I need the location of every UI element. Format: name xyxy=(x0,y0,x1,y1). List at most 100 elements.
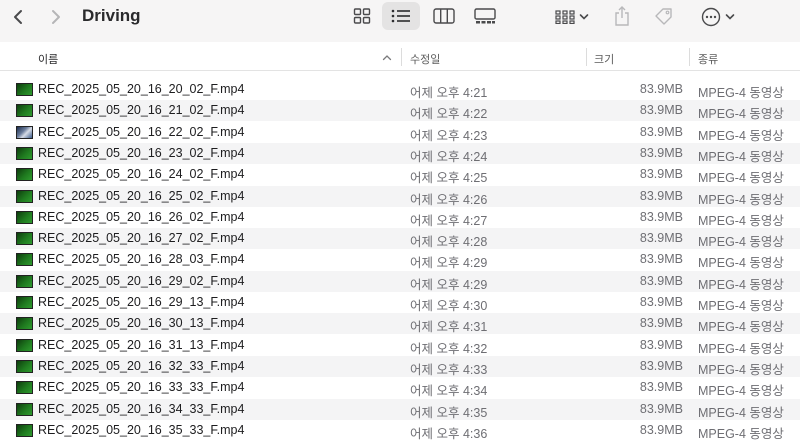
tags-button[interactable] xyxy=(650,4,678,30)
file-name: REC_2025_05_20_16_28_03_F.mp4 xyxy=(38,252,245,267)
video-thumbnail-icon xyxy=(16,168,33,182)
file-kind: MPEG-4 동영상 xyxy=(698,256,784,271)
file-row[interactable]: REC_2025_05_20_16_34_33_F.mp4 어제 오후 4:35 8… xyxy=(0,398,800,420)
file-date: 어제 오후 4:36 xyxy=(410,426,488,441)
file-size: 83.9MB xyxy=(639,188,683,203)
file-name: REC_2025_05_20_16_26_02_F.mp4 xyxy=(38,209,245,224)
sort-chevron-up-icon xyxy=(382,55,392,61)
file-date: 어제 오후 4:27 xyxy=(410,213,488,228)
file-row[interactable]: REC_2025_05_20_16_27_02_F.mp4 어제 오후 4:28 8… xyxy=(0,228,800,250)
gallery-icon xyxy=(474,8,496,24)
file-name: REC_2025_05_20_16_33_33_F.mp4 xyxy=(38,380,245,395)
file-kind: MPEG-4 동영상 xyxy=(698,235,784,250)
file-kind: MPEG-4 동영상 xyxy=(698,362,784,377)
video-thumbnail-icon xyxy=(16,104,33,118)
file-size: 83.9MB xyxy=(639,273,683,288)
file-name: REC_2025_05_20_16_23_02_F.mp4 xyxy=(38,145,245,160)
file-name: REC_2025_05_20_16_29_02_F.mp4 xyxy=(38,273,245,288)
file-date: 어제 오후 4:32 xyxy=(410,341,488,356)
file-date: 어제 오후 4:29 xyxy=(410,277,488,292)
file-size: 83.9MB xyxy=(639,358,683,373)
file-size: 83.9MB xyxy=(639,209,683,224)
share-button[interactable] xyxy=(608,2,636,30)
video-thumbnail-icon xyxy=(16,232,33,246)
back-button[interactable] xyxy=(4,4,32,30)
file-date: 어제 오후 4:30 xyxy=(410,299,488,313)
video-thumbnail-icon xyxy=(16,189,33,203)
file-row[interactable]: REC_2025_05_20_16_22_02_F.mp4 어제 오후 4:23 8… xyxy=(0,122,800,143)
file-kind: MPEG-4 동영상 xyxy=(698,213,784,228)
file-row[interactable]: REC_2025_05_20_16_24_02_F.mp4 어제 오후 4:25 8… xyxy=(0,164,800,185)
column-separator[interactable] xyxy=(689,48,690,66)
file-name: REC_2025_05_20_16_29_13_F.mp4 xyxy=(38,295,245,309)
share-icon xyxy=(615,6,629,26)
file-row[interactable]: REC_2025_05_20_16_35_33_F.mp4 어제 오후 4:36 8… xyxy=(0,420,800,441)
window-title: Driving xyxy=(82,6,141,25)
file-kind: MPEG-4 동영상 xyxy=(698,86,784,100)
file-kind: MPEG-4 동영상 xyxy=(698,426,784,441)
file-row[interactable]: REC_2025_05_20_16_30_13_F.mp4 어제 오후 4:31 8… xyxy=(0,313,800,335)
video-thumbnail-icon xyxy=(16,402,33,416)
file-row[interactable]: REC_2025_05_20_16_31_13_F.mp4 어제 오후 4:32 8… xyxy=(0,335,800,356)
video-thumbnail-icon xyxy=(16,317,33,331)
file-kind: MPEG-4 동영상 xyxy=(698,405,784,420)
file-list: — — — — — — — — — — REC_2025_05_20_16_20… xyxy=(0,71,800,443)
file-row[interactable]: REC_2025_05_20_16_21_02_F.mp4 어제 오후 4:22 8… xyxy=(0,100,800,122)
file-name: REC_2025_05_20_16_32_33_F.mp4 xyxy=(38,358,245,373)
file-name: REC_2025_05_20_16_30_13_F.mp4 xyxy=(38,316,245,331)
file-kind: MPEG-4 동영상 xyxy=(698,107,784,122)
file-size: 83.9MB xyxy=(639,295,683,309)
file-name: REC_2025_05_20_16_25_02_F.mp4 xyxy=(38,188,245,203)
video-thumbnail-icon xyxy=(16,359,33,373)
chevron-down-icon xyxy=(725,14,735,20)
file-row[interactable]: REC_2025_05_20_16_26_02_F.mp4 어제 오후 4:27 8… xyxy=(0,207,800,228)
column-date-header[interactable]: 수정일 xyxy=(410,51,440,67)
file-date: 어제 오후 4:25 xyxy=(410,171,488,186)
column-size-header[interactable]: 크기 xyxy=(594,51,614,67)
column-separator[interactable] xyxy=(401,48,402,66)
column-separator[interactable] xyxy=(586,48,587,66)
icon-view-button[interactable] xyxy=(343,2,381,30)
file-kind: MPEG-4 동영상 xyxy=(698,299,784,313)
file-kind: MPEG-4 동영상 xyxy=(698,128,784,143)
column-view-button[interactable] xyxy=(425,2,463,30)
file-name: REC_2025_05_20_16_22_02_F.mp4 xyxy=(38,124,245,139)
column-name-header[interactable]: 이름 xyxy=(38,51,58,67)
file-size: 83.9MB xyxy=(639,167,683,182)
ellipsis-circle-icon xyxy=(701,7,721,27)
file-date: 어제 오후 4:31 xyxy=(410,320,488,335)
file-row[interactable]: REC_2025_05_20_16_32_33_F.mp4 어제 오후 4:33 8… xyxy=(0,355,800,377)
column-kind-header[interactable]: 종류 xyxy=(698,51,718,67)
file-kind: MPEG-4 동영상 xyxy=(698,171,784,186)
forward-button[interactable] xyxy=(42,4,70,30)
file-row[interactable]: REC_2025_05_20_16_29_02_F.mp4 어제 오후 4:29 8… xyxy=(0,270,800,292)
file-row[interactable]: REC_2025_05_20_16_28_03_F.mp4 어제 오후 4:29 8… xyxy=(0,249,800,270)
file-date: 어제 오후 4:35 xyxy=(410,405,488,420)
file-row[interactable]: REC_2025_05_20_16_20_02_F.mp4 어제 오후 4:21 8… xyxy=(0,79,800,100)
group-by-button[interactable] xyxy=(550,4,594,30)
file-date: 어제 오후 4:26 xyxy=(410,192,488,207)
video-thumbnail-icon xyxy=(16,125,33,139)
video-thumbnail-icon xyxy=(16,274,33,288)
file-row[interactable]: REC_2025_05_20_16_33_33_F.mp4 어제 오후 4:34 8… xyxy=(0,377,800,398)
gallery-view-button[interactable] xyxy=(466,2,504,30)
file-size: 83.9MB xyxy=(639,401,683,416)
file-row[interactable]: REC_2025_05_20_16_23_02_F.mp4 어제 오후 4:24 8… xyxy=(0,142,800,164)
file-size: 83.9MB xyxy=(639,82,683,96)
file-kind: MPEG-4 동영상 xyxy=(698,341,784,356)
file-name: REC_2025_05_20_16_21_02_F.mp4 xyxy=(38,103,245,118)
file-size: 83.9MB xyxy=(639,380,683,395)
file-row[interactable]: REC_2025_05_20_16_25_02_F.mp4 어제 오후 4:26 8… xyxy=(0,185,800,207)
file-row[interactable]: REC_2025_05_20_16_29_13_F.mp4 어제 오후 4:30 8… xyxy=(0,292,800,313)
file-size: 83.9MB xyxy=(639,231,683,246)
list-view-button[interactable] xyxy=(382,2,420,30)
file-date: 어제 오후 4:28 xyxy=(410,235,488,250)
file-size: 83.9MB xyxy=(639,103,683,118)
more-actions-button[interactable] xyxy=(696,4,740,30)
file-name: REC_2025_05_20_16_20_02_F.mp4 xyxy=(38,82,245,96)
video-thumbnail-icon xyxy=(16,338,33,352)
list-icon xyxy=(391,9,410,23)
file-date: 어제 오후 4:33 xyxy=(410,362,488,377)
tag-icon xyxy=(655,8,672,25)
column-header: 이름 수정일 크기 종류 xyxy=(0,44,800,71)
